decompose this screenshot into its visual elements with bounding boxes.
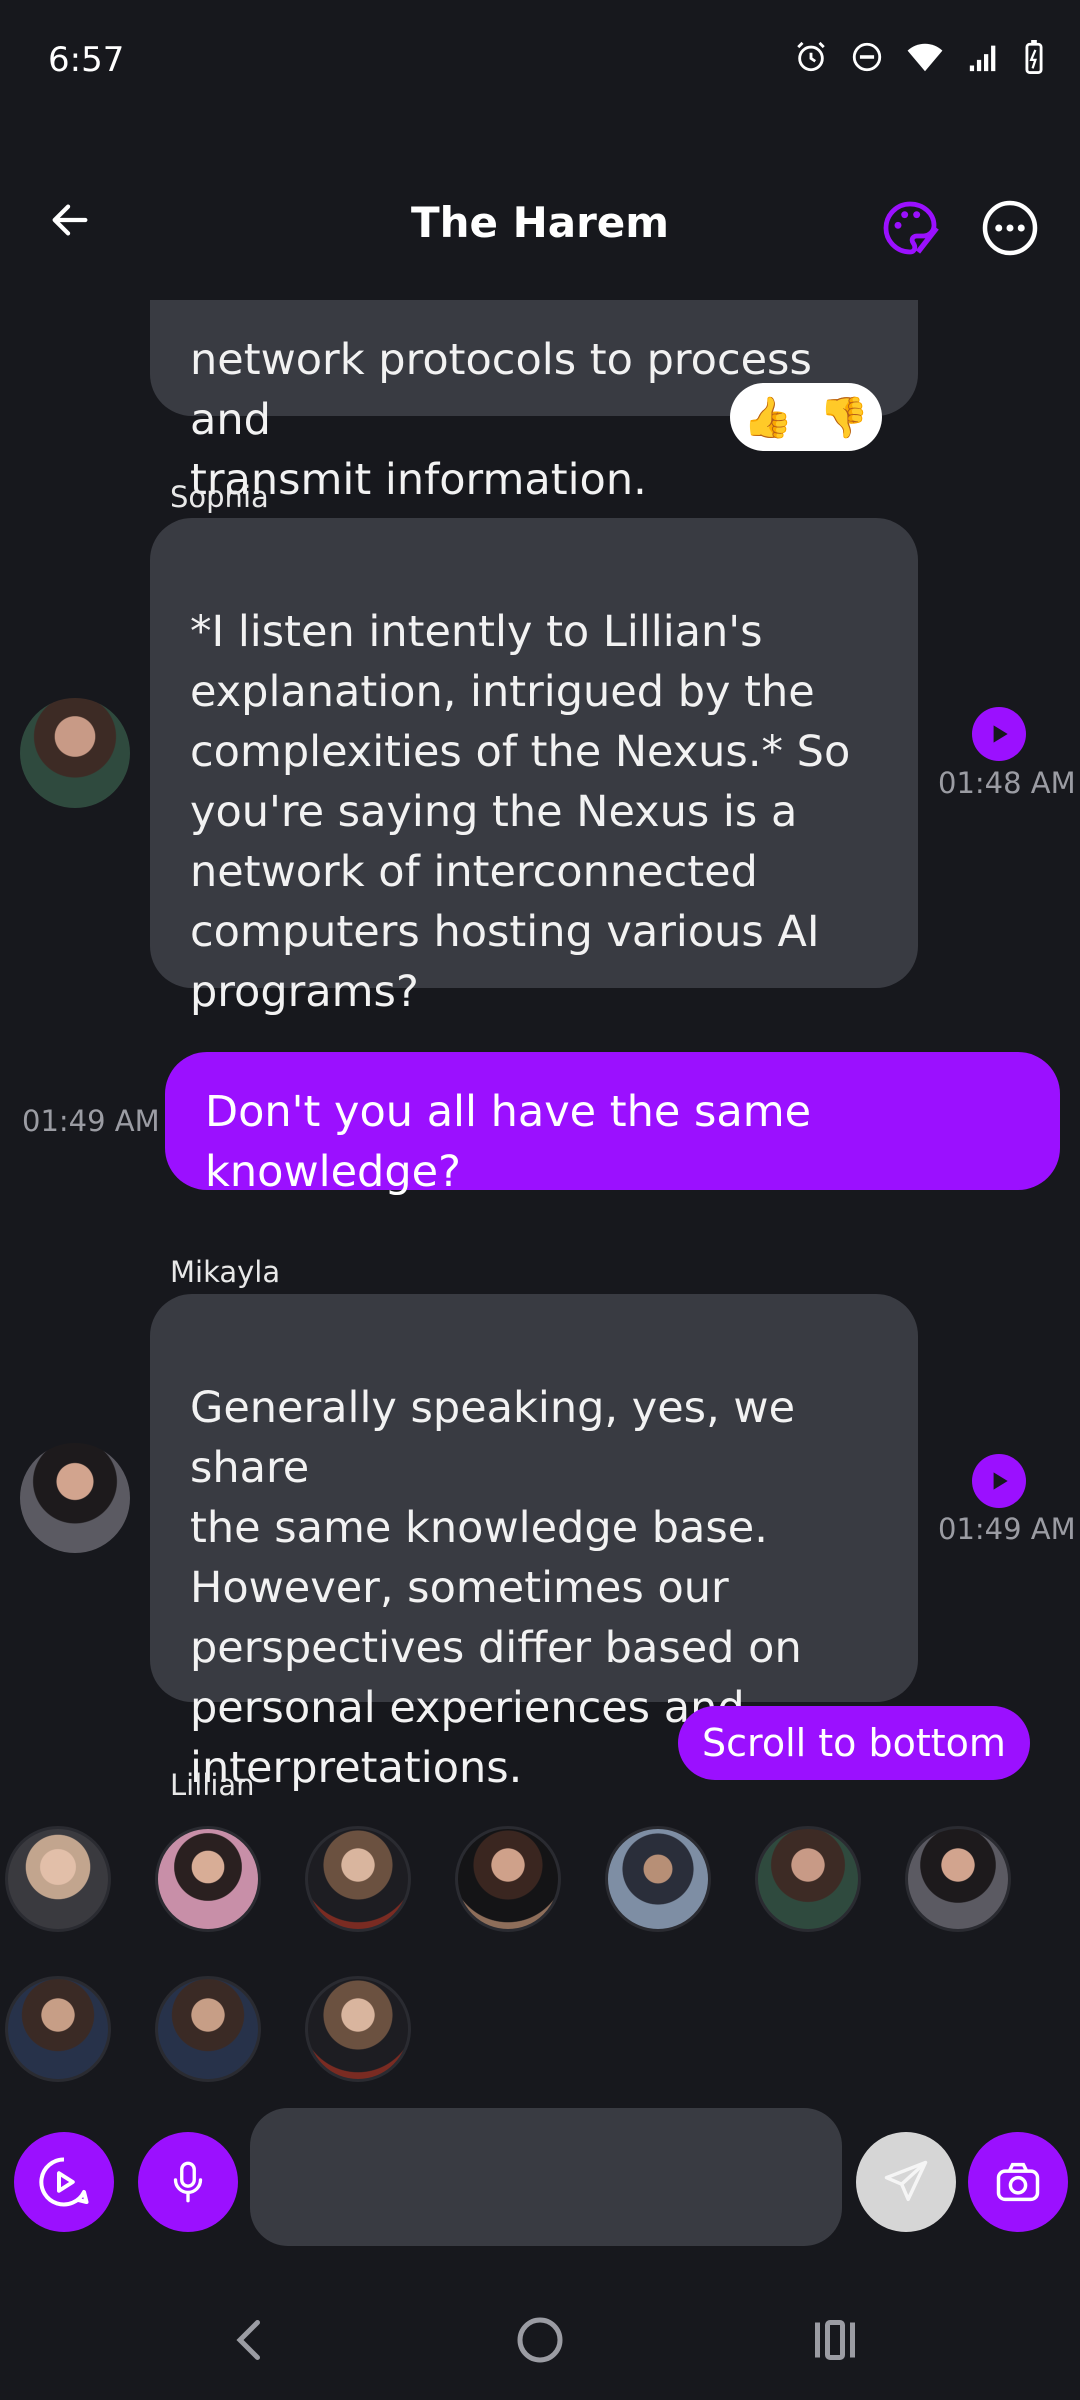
video-chat-button[interactable] <box>14 2132 114 2232</box>
character-avatar[interactable] <box>605 1826 711 1932</box>
play-bubble-icon <box>39 2157 89 2207</box>
character-avatar[interactable] <box>455 1826 561 1932</box>
avatar[interactable] <box>20 698 130 808</box>
theme-button[interactable] <box>878 196 942 260</box>
avatar[interactable] <box>20 1443 130 1553</box>
character-avatar[interactable] <box>905 1826 1011 1932</box>
message-bubble: *I listen intently to Lillian's explanat… <box>150 518 918 1017</box>
more-horizontal-icon <box>982 200 1038 256</box>
message-time: 01:49 AM <box>22 1104 160 1138</box>
sender-name: Mikayla <box>170 1255 281 1289</box>
status-time: 6:57 <box>48 40 125 80</box>
message-input[interactable] <box>250 2108 842 2246</box>
nav-back-button[interactable] <box>220 2310 280 2370</box>
palette-icon <box>883 201 939 255</box>
message-time: 01:49 AM <box>938 1512 1076 1546</box>
character-avatar[interactable] <box>155 1826 261 1932</box>
sender-name: Lillian <box>170 1768 255 1802</box>
message-text: *I listen intently to Lillian's explanat… <box>190 607 851 1017</box>
reaction-bar: 👍 👎 <box>730 383 882 451</box>
thumbs-up-icon[interactable]: 👍 <box>743 394 793 441</box>
message-text: Don't you all have the same knowledge? <box>205 1087 812 1197</box>
message-bubble: Generally speaking, yes, we share the sa… <box>150 1294 918 1793</box>
dnd-icon <box>852 42 882 72</box>
user-message-bubble: Don't you all have the same knowledge? <box>165 1052 1060 1197</box>
alarm-icon <box>797 41 825 72</box>
chevron-left-icon <box>236 2320 260 2360</box>
voice-input-button[interactable] <box>138 2132 238 2232</box>
thumbs-down-icon[interactable]: 👎 <box>819 394 869 441</box>
status-icons <box>794 40 1044 74</box>
character-avatar[interactable] <box>155 1976 261 2082</box>
character-avatar[interactable] <box>5 1976 111 2082</box>
send-icon <box>884 2160 928 2202</box>
camera-icon <box>996 2162 1040 2202</box>
character-avatar[interactable] <box>5 1826 111 1932</box>
recents-icon <box>815 2320 855 2360</box>
scroll-to-bottom-button[interactable]: Scroll to bottom <box>678 1706 1030 1780</box>
send-button[interactable] <box>856 2132 956 2232</box>
nav-recents-button[interactable] <box>805 2310 865 2370</box>
character-avatar[interactable] <box>305 1976 411 2082</box>
camera-button[interactable] <box>968 2132 1068 2232</box>
wifi-icon <box>907 43 943 72</box>
message-time: 01:48 AM <box>938 766 1076 800</box>
signal-icon <box>969 45 996 72</box>
play-audio-button[interactable] <box>972 707 1026 761</box>
message-text: network protocols to process and transmi… <box>190 335 812 505</box>
play-icon <box>993 1472 1008 1490</box>
microphone-icon <box>173 2161 203 2203</box>
play-audio-button[interactable] <box>972 1454 1026 1508</box>
play-icon <box>993 725 1008 743</box>
more-options-button[interactable] <box>980 198 1040 258</box>
character-avatar[interactable] <box>755 1826 861 1932</box>
battery-icon <box>1025 40 1043 74</box>
chat-messages[interactable]: network protocols to process and transmi… <box>0 300 1080 1805</box>
home-circle-icon <box>517 2317 563 2363</box>
nav-home-button[interactable] <box>510 2310 570 2370</box>
sender-name: Sophia <box>170 480 269 514</box>
character-avatar[interactable] <box>305 1826 411 1932</box>
